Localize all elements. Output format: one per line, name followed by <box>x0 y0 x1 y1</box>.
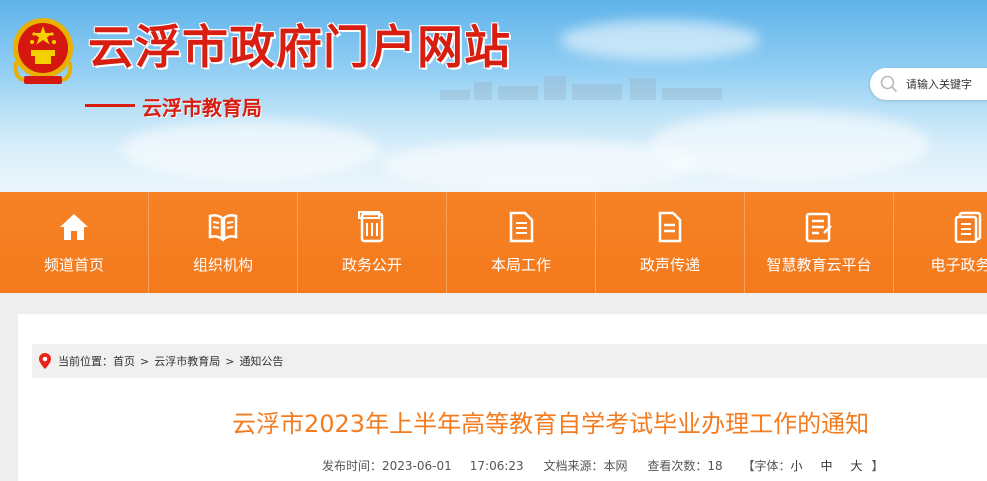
location-pin-icon <box>39 353 51 369</box>
nav-label: 政务公开 <box>341 256 402 274</box>
publish-info: 发布时间：2023-06-01 17:06:23 <box>322 459 524 473</box>
publish-time: 17:06:23 <box>469 459 524 473</box>
book-icon <box>208 214 238 242</box>
article-meta: 发布时间：2023-06-01 17:06:23 文档来源：本网 查看次数：18 … <box>322 457 884 474</box>
font-medium-button[interactable]: 中 <box>821 459 833 473</box>
source-info: 文档来源：本网 <box>544 459 628 473</box>
font-label-open: 【字体： <box>742 459 791 473</box>
source-value: 本网 <box>603 459 628 473</box>
nav-item-voice[interactable]: 政声传递 <box>596 192 745 293</box>
breadcrumb: 当前位置： 首页 > 云浮市教育局 > 通知公告 <box>32 344 987 378</box>
nav-item-bureau-work[interactable]: 本局工作 <box>447 192 596 293</box>
notes-icon <box>658 211 682 243</box>
breadcrumb-notices[interactable]: 通知公告 <box>239 353 283 369</box>
breadcrumb-separator: > <box>225 354 235 368</box>
search-icon[interactable] <box>880 75 898 93</box>
nav-label: 电子政务云 <box>930 256 987 274</box>
nav-item-e-gov[interactable]: 电子政务云 <box>894 192 987 293</box>
font-large-button[interactable]: 大 <box>851 459 863 473</box>
nav-label: 政声传递 <box>639 256 700 274</box>
nav-item-gov-affairs[interactable]: 政务公开 <box>298 192 447 293</box>
breadcrumb-department[interactable]: 云浮市教育局 <box>154 353 220 369</box>
file-icon <box>509 211 534 243</box>
font-size-control: 【字体：小 中 大】 <box>742 459 883 473</box>
publish-date: 2023-06-01 <box>382 459 452 473</box>
document-icon <box>358 211 384 243</box>
department-title[interactable]: 云浮市教育局 <box>142 92 262 121</box>
font-label-close: 】 <box>871 459 884 473</box>
city-skyline <box>440 70 740 100</box>
font-small-button[interactable]: 小 <box>791 459 803 473</box>
nav-label: 组织机构 <box>192 256 253 274</box>
nav-label: 本局工作 <box>490 256 551 274</box>
nav-item-home[interactable]: 频道首页 <box>0 192 149 293</box>
search-box[interactable] <box>870 68 987 100</box>
national-emblem-icon <box>13 18 73 84</box>
search-input[interactable] <box>904 76 987 92</box>
main-nav: 频道首页 组织机构 政务公开 本局工作 政声传递 智慧教育云平台 电子政务 <box>0 192 987 293</box>
subtitle-line <box>85 104 135 107</box>
source-label: 文档来源： <box>543 459 604 473</box>
views-label: 查看次数： <box>647 459 708 473</box>
header-banner: 云浮市政府门户网站 云浮市教育局 <box>0 0 987 192</box>
site-title[interactable]: 云浮市政府门户网站 <box>88 20 511 74</box>
home-icon <box>60 214 88 240</box>
nav-label: 智慧教育云平台 <box>766 256 872 274</box>
nav-item-smart-edu[interactable]: 智慧教育云平台 <box>745 192 894 293</box>
breadcrumb-prefix: 当前位置： <box>58 355 113 368</box>
docs-icon <box>954 211 982 243</box>
clipboard-icon <box>805 212 832 243</box>
nav-label: 频道首页 <box>43 256 104 274</box>
article-title: 云浮市2023年上半年高等教育自学考试毕业办理工作的通知 <box>232 410 870 438</box>
views-info: 查看次数：18 <box>647 459 722 473</box>
publish-label: 发布时间： <box>322 459 383 473</box>
breadcrumb-home[interactable]: 首页 <box>113 353 135 369</box>
breadcrumb-separator: > <box>140 354 150 368</box>
content-panel: 当前位置： 首页 > 云浮市教育局 > 通知公告 云浮市2023年上半年高等教育… <box>18 314 987 481</box>
nav-item-organization[interactable]: 组织机构 <box>149 192 298 293</box>
views-count: 18 <box>707 459 723 473</box>
